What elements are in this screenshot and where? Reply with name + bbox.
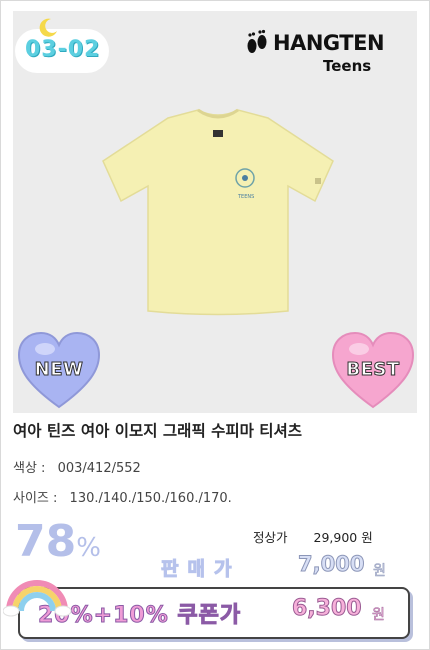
color-value: 003/412/552 xyxy=(57,461,141,476)
brand-sub: Teens xyxy=(323,57,372,75)
footprints-icon xyxy=(247,29,267,53)
discount-number: 78 xyxy=(15,516,77,567)
regular-price-label: 정상가 xyxy=(253,530,288,545)
discount-unit: % xyxy=(76,533,101,563)
rainbow-icon xyxy=(3,580,72,617)
sale-price-label: 판매가 xyxy=(160,558,241,581)
product-card[interactable]: 03-02 HANGTEN Teens TEENS NEW BEST 여아 틴즈… xyxy=(0,0,430,650)
coupon-price-value: 6,300 xyxy=(292,596,363,622)
date-badge: 03-02 xyxy=(17,17,109,77)
heart-new-badge: NEW xyxy=(17,329,101,413)
product-photo[interactable]: 03-02 HANGTEN Teens TEENS NEW BEST xyxy=(13,11,417,413)
brand-name: HANGTEN xyxy=(273,31,385,55)
regular-price-value: 29,900 원 xyxy=(313,530,373,545)
sale-price-value: 7,000 xyxy=(297,552,365,577)
best-label: BEST xyxy=(346,359,400,381)
coupon-price-box: 20%+10% 쿠폰가 6,300 원 xyxy=(18,587,410,639)
svg-text:TEENS: TEENS xyxy=(237,194,254,200)
sale-price-unit: 원 xyxy=(373,563,386,580)
regular-price: 정상가 29,900 원 xyxy=(253,527,373,546)
color-label: 색상 : xyxy=(13,461,46,476)
new-label: NEW xyxy=(34,359,84,381)
tshirt-image: TEENS xyxy=(102,108,334,316)
color-spec: 색상 : 003/412/552 xyxy=(13,457,141,476)
brand-logo: HANGTEN Teens xyxy=(243,23,413,75)
size-spec: 사이즈 : 130./140./150./160./170. xyxy=(13,487,232,506)
coupon-price-unit: 원 xyxy=(372,607,385,624)
product-title[interactable]: 여아 틴즈 여아 이모지 그래픽 수피마 티셔츠 xyxy=(13,419,302,441)
size-value: 130./140./150./160./170. xyxy=(69,491,232,506)
moon-icon xyxy=(39,18,57,37)
heart-best-badge: BEST xyxy=(331,329,415,413)
size-label: 사이즈 : xyxy=(13,491,58,506)
date-text: 03-02 xyxy=(25,37,101,62)
discount-rate: 78% xyxy=(15,516,101,567)
